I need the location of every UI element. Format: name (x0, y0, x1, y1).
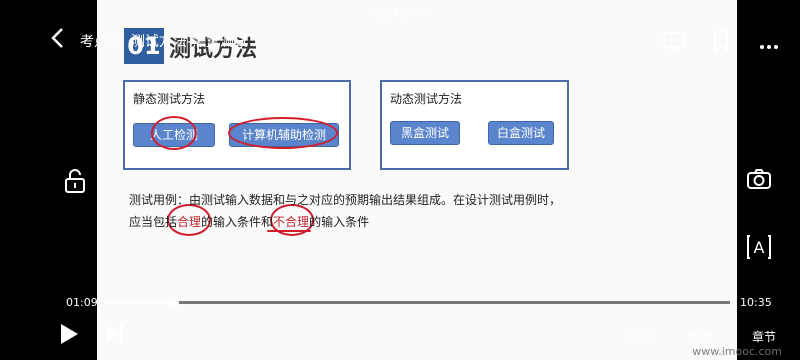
current-time: 01:09 (66, 296, 98, 309)
back-button[interactable] (48, 26, 72, 54)
svg-text:TV: TV (668, 37, 678, 45)
static-methods-box: 静态测试方法 人工检测 计算机辅助检测 (123, 80, 351, 170)
tv-cast-icon: TV (663, 32, 685, 51)
paragraph-text: 的输入条件和 (201, 215, 274, 229)
status-time: 03:40 PM (374, 7, 426, 20)
chevron-left-icon (51, 28, 63, 48)
video-frame-slide[interactable]: 01 测试方法 静态测试方法 人工检测 计算机辅助检测 动态测试方法 黑盒测试 … (97, 0, 737, 360)
text-mode-button[interactable]: A (746, 234, 772, 264)
paragraph-text: 的输入条件 (309, 215, 370, 229)
chapters-button[interactable]: 章节 (752, 328, 776, 345)
screenshot-button[interactable] (746, 168, 772, 194)
unlock-icon (65, 169, 85, 193)
site-watermark: www.imooc.com (692, 345, 782, 358)
total-time: 10:35 (740, 296, 772, 309)
static-methods-title: 静态测试方法 (133, 92, 206, 106)
black-box-test-button: 黑盒测试 (390, 121, 460, 145)
speed-button[interactable]: 1.5x (628, 328, 654, 342)
highlight-reasonable: 合理 (177, 215, 202, 229)
local-button[interactable]: 本地 (688, 328, 712, 345)
computer-aided-inspection-button: 计算机辅助检测 (229, 123, 339, 147)
tv-cast-button[interactable]: TV (662, 30, 686, 56)
more-vertical-icon (760, 45, 778, 49)
paragraph-line-2: 应当包括合理的输入条件和不合理的输入条件 (129, 213, 369, 230)
dynamic-methods-title: 动态测试方法 (390, 92, 463, 106)
play-icon (61, 324, 78, 344)
paragraph-line-1: 测试用例：由测试输入数据和与之对应的预期输出结果组成。在设计测试用例时， (129, 193, 562, 207)
video-title: 考点7：测试方法-黑盒测试 (80, 34, 248, 50)
text-a-icon: A (747, 235, 771, 259)
svg-text:A: A (754, 238, 765, 257)
manual-inspection-button: 人工检测 (133, 123, 215, 147)
progress-fill (105, 301, 173, 304)
more-button[interactable] (759, 36, 779, 55)
play-button[interactable] (58, 322, 80, 350)
progress-thumb[interactable] (168, 297, 179, 308)
bookmark-button[interactable] (712, 30, 730, 56)
paragraph-text: 应当包括 (129, 215, 178, 229)
highlight-unreasonable: 不合理 (273, 215, 310, 229)
bookmark-icon (714, 31, 728, 53)
annotation-underline (267, 230, 311, 232)
lock-screen-button[interactable] (64, 168, 86, 198)
progress-track[interactable] (105, 301, 730, 304)
white-box-test-button: 白盒测试 (488, 121, 554, 145)
camera-icon (747, 169, 771, 189)
next-button[interactable] (104, 323, 126, 349)
skip-next-icon (107, 325, 123, 343)
dynamic-methods-box: 动态测试方法 黑盒测试 白盒测试 (380, 80, 569, 170)
